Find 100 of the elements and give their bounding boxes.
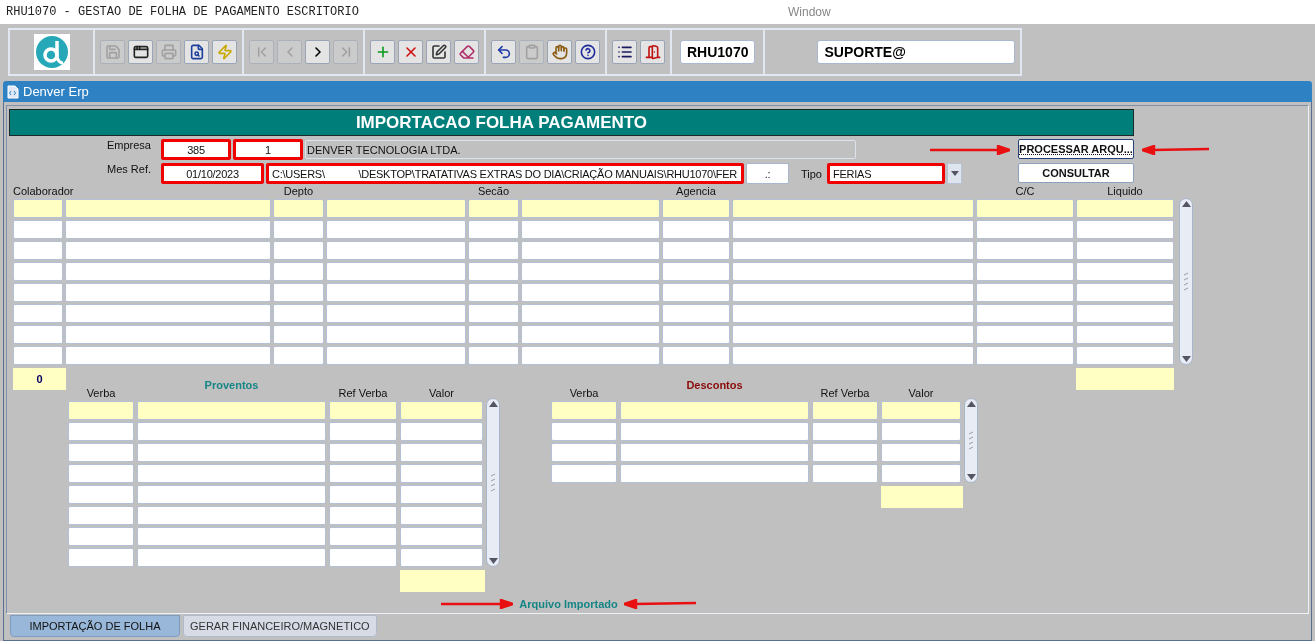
table-cell[interactable] — [13, 199, 63, 218]
grip-icon[interactable] — [490, 472, 496, 493]
table-cell[interactable] — [521, 325, 660, 344]
table-cell[interactable] — [468, 220, 519, 239]
table-cell[interactable] — [976, 283, 1074, 302]
table-cell[interactable] — [137, 548, 326, 567]
table-cell[interactable] — [976, 304, 1074, 323]
table-cell[interactable] — [400, 464, 483, 483]
up-arrow-icon[interactable] — [966, 401, 976, 407]
table-cell[interactable] — [137, 464, 326, 483]
table-cell[interactable] — [68, 548, 134, 567]
table-cell[interactable] — [400, 548, 483, 567]
table-cell[interactable] — [329, 401, 397, 420]
table-cell[interactable] — [551, 422, 617, 441]
table-cell[interactable] — [551, 401, 617, 420]
table-cell[interactable] — [273, 262, 324, 281]
scrollbar[interactable] — [1179, 198, 1193, 365]
table-cell[interactable] — [13, 241, 63, 260]
table-cell[interactable] — [13, 220, 63, 239]
table-cell[interactable] — [1076, 325, 1174, 344]
table-cell[interactable] — [1076, 199, 1174, 218]
table-cell[interactable] — [812, 443, 878, 462]
consult-button[interactable]: CONSULTAR — [1018, 163, 1134, 183]
table-cell[interactable] — [551, 464, 617, 483]
table-cell[interactable] — [329, 422, 397, 441]
table-cell[interactable] — [732, 241, 974, 260]
table-cell[interactable] — [68, 485, 134, 504]
table-cell[interactable] — [137, 401, 326, 420]
toolbar-button[interactable] — [491, 40, 516, 65]
table-cell[interactable] — [620, 464, 809, 483]
table-cell[interactable] — [732, 325, 974, 344]
table-cell[interactable] — [521, 346, 660, 365]
grip-icon[interactable] — [1183, 271, 1189, 292]
scrollbar[interactable] — [964, 398, 978, 483]
table-cell[interactable] — [732, 346, 974, 365]
table-cell[interactable] — [812, 464, 878, 483]
process-file-button[interactable]: PROCESSAR ARQU... — [1018, 139, 1134, 159]
table-cell[interactable] — [273, 241, 324, 260]
table-cell[interactable] — [13, 325, 63, 344]
table-cell[interactable] — [68, 506, 134, 525]
table-cell[interactable] — [812, 401, 878, 420]
table-cell[interactable] — [326, 304, 466, 323]
table-cell[interactable] — [1076, 220, 1174, 239]
toolbar-button[interactable] — [184, 40, 209, 65]
table-cell[interactable] — [976, 241, 1074, 260]
table-cell[interactable] — [620, 401, 809, 420]
table-cell[interactable] — [881, 422, 961, 441]
table-cell[interactable] — [13, 304, 63, 323]
table-cell[interactable] — [273, 283, 324, 302]
table-cell[interactable] — [881, 464, 961, 483]
table-cell[interactable] — [521, 262, 660, 281]
window-menu[interactable]: Window — [788, 4, 1315, 19]
table-cell[interactable] — [326, 325, 466, 344]
table-cell[interactable] — [662, 304, 730, 323]
table-cell[interactable] — [65, 199, 271, 218]
table-cell[interactable] — [1076, 304, 1174, 323]
table-cell[interactable] — [551, 443, 617, 462]
table-cell[interactable] — [620, 422, 809, 441]
table-cell[interactable] — [400, 401, 483, 420]
table-cell[interactable] — [13, 346, 63, 365]
table-cell[interactable] — [468, 241, 519, 260]
table-cell[interactable] — [326, 283, 466, 302]
table-cell[interactable] — [65, 283, 271, 302]
down-arrow-icon[interactable] — [1181, 356, 1191, 362]
table-cell[interactable] — [137, 485, 326, 504]
table-cell[interactable] — [326, 346, 466, 365]
tab[interactable]: IMPORTAÇÃO DE FOLHA — [10, 615, 180, 637]
table-cell[interactable] — [468, 262, 519, 281]
table-cell[interactable] — [68, 527, 134, 546]
table-cell[interactable] — [68, 422, 134, 441]
tipo-select[interactable]: FERIAS — [827, 163, 945, 184]
up-arrow-icon[interactable] — [488, 401, 498, 407]
table-cell[interactable] — [732, 304, 974, 323]
table-cell[interactable] — [976, 199, 1074, 218]
table-cell[interactable] — [137, 527, 326, 546]
grip-icon[interactable] — [968, 430, 974, 451]
date-field[interactable]: 01/10/2023 — [161, 163, 264, 184]
table-cell[interactable] — [65, 346, 271, 365]
table-cell[interactable] — [976, 346, 1074, 365]
toolbar-button[interactable] — [575, 40, 600, 65]
user-field[interactable]: SUPORTE@ — [817, 40, 1016, 65]
table-cell[interactable] — [326, 199, 466, 218]
table-cell[interactable] — [1076, 283, 1174, 302]
table-cell[interactable] — [521, 199, 660, 218]
table-cell[interactable] — [468, 283, 519, 302]
table-cell[interactable] — [1076, 241, 1174, 260]
table-cell[interactable] — [68, 464, 134, 483]
table-cell[interactable] — [273, 325, 324, 344]
table-cell[interactable] — [326, 220, 466, 239]
scrollbar[interactable] — [486, 398, 500, 567]
table-cell[interactable] — [400, 443, 483, 462]
down-arrow-icon[interactable] — [966, 474, 976, 480]
table-cell[interactable] — [13, 262, 63, 281]
table-cell[interactable] — [13, 283, 63, 302]
table-cell[interactable] — [329, 548, 397, 567]
table-cell[interactable] — [521, 220, 660, 239]
table-cell[interactable] — [732, 199, 974, 218]
table-cell[interactable] — [65, 241, 271, 260]
toolbar-button[interactable] — [426, 40, 451, 65]
table-cell[interactable] — [521, 283, 660, 302]
